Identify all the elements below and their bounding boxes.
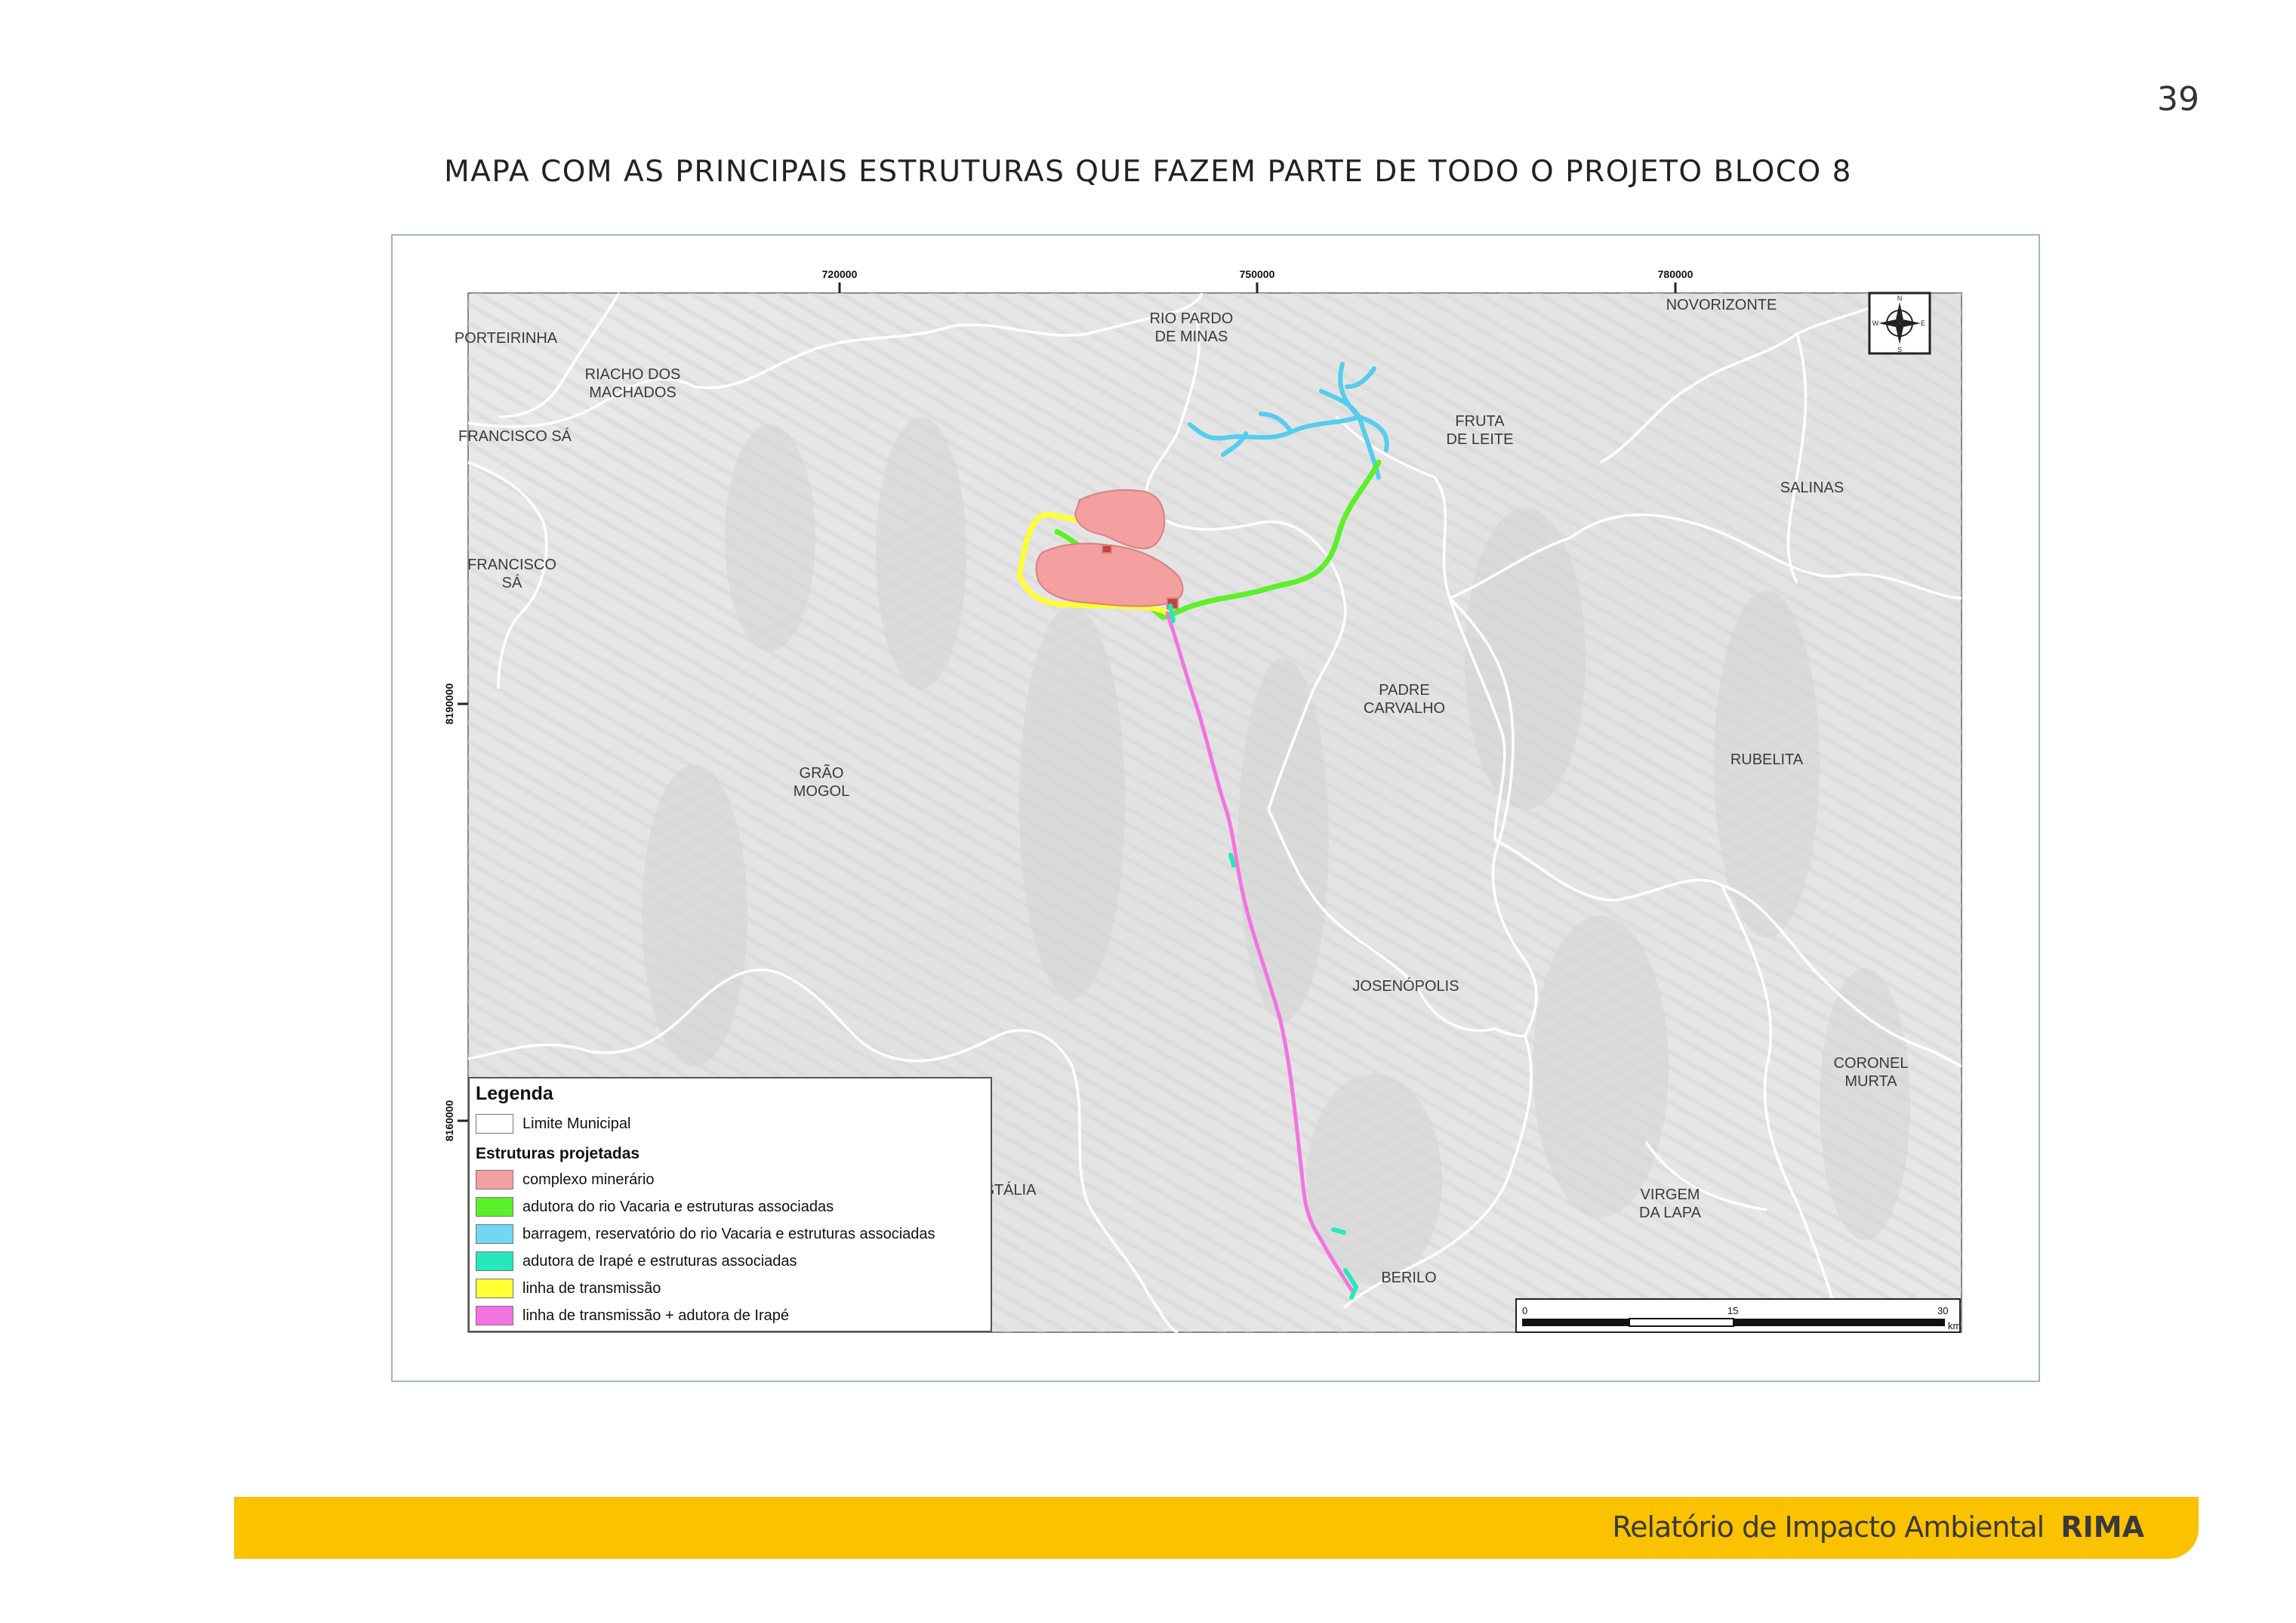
x-tick-label: 750000 [1240, 268, 1275, 280]
place-label-novorizonte: NOVORIZONTE [1666, 297, 1777, 313]
page-number: 39 [2157, 80, 2199, 119]
compass-n: N [1897, 295, 1903, 302]
legend-label: barragem, reservatório do rio Vacaria e … [522, 1225, 935, 1242]
legend-title: Legenda [476, 1083, 553, 1104]
legend-swatch [476, 1306, 513, 1325]
place-label-porteirinha: PORTEIRINHA [455, 330, 558, 347]
scale-bar: 0 15 30 km [1515, 1298, 1961, 1333]
legend-swatch [476, 1170, 513, 1189]
place-label-francisco-sa-1: FRANCISCO SÁ [458, 427, 572, 445]
legend-row: linha de transmissão + adutora de Irapé [476, 1305, 789, 1326]
footer-brand: RIMA [2060, 1510, 2144, 1544]
north-arrow: N E S W [1868, 292, 1931, 355]
x-tick-label: 780000 [1658, 268, 1693, 280]
legend-row: linha de transmissão [476, 1278, 661, 1299]
legend-label: complexo minerário [522, 1171, 655, 1188]
legend-row-boundary: Limite Municipal [476, 1113, 630, 1134]
page-title: MAPA COM AS PRINCIPAIS ESTRUTURAS QUE FA… [444, 155, 1852, 189]
legend-label: adutora do rio Vacaria e estruturas asso… [522, 1198, 834, 1215]
legend-row: complexo minerário [476, 1169, 655, 1190]
scale-label: 15 [1727, 1305, 1738, 1316]
y-tick-label: 8190000 [443, 683, 455, 725]
scale-unit: km [1948, 1320, 1961, 1331]
legend-label: adutora de Irapé e estruturas associadas [522, 1252, 797, 1270]
footer-bar: Relatório de Impacto Ambiental RIMA [234, 1497, 2199, 1559]
legend-swatch [476, 1197, 513, 1217]
compass-w: W [1872, 319, 1879, 327]
legend-swatch [476, 1224, 513, 1244]
legend-swatch [476, 1279, 513, 1298]
map-frame: 720000 750000 780000 8190000 8160000 POR… [391, 234, 2040, 1382]
scale-label: 0 [1522, 1305, 1527, 1316]
scale-label: 30 [1937, 1305, 1948, 1316]
y-tick-label: 8160000 [443, 1100, 455, 1142]
place-label-berilo: BERILO [1381, 1270, 1436, 1286]
legend-label: linha de transmissão [522, 1279, 661, 1297]
legend-subtitle: Estruturas projetadas [476, 1145, 640, 1162]
legend-label: Limite Municipal [522, 1115, 631, 1132]
compass-e: E [1921, 319, 1925, 327]
legend-row: barragem, reservatório do rio Vacaria e … [476, 1223, 935, 1245]
footer-label: Relatório de Impacto Ambiental [1612, 1510, 2045, 1544]
legend-row: adutora de Irapé e estruturas associadas [476, 1251, 797, 1272]
x-tick-label: 720000 [822, 268, 858, 280]
place-label-salinas: SALINAS [1780, 480, 1844, 496]
legend-swatch [476, 1114, 513, 1134]
place-label-rubelita: RUBELITA [1730, 751, 1804, 768]
legend-row: adutora do rio Vacaria e estruturas asso… [476, 1196, 834, 1217]
compass-s: S [1897, 346, 1902, 353]
footer-text: Relatório de Impacto Ambiental RIMA [1612, 1510, 2144, 1544]
legend-swatch [476, 1251, 513, 1271]
place-label-josenopolis: JOSENÓPOLIS [1352, 977, 1459, 995]
map-legend: Legenda Limite Municipal Estruturas proj… [468, 1077, 992, 1332]
legend-label: linha de transmissão + adutora de Irapé [522, 1307, 789, 1324]
